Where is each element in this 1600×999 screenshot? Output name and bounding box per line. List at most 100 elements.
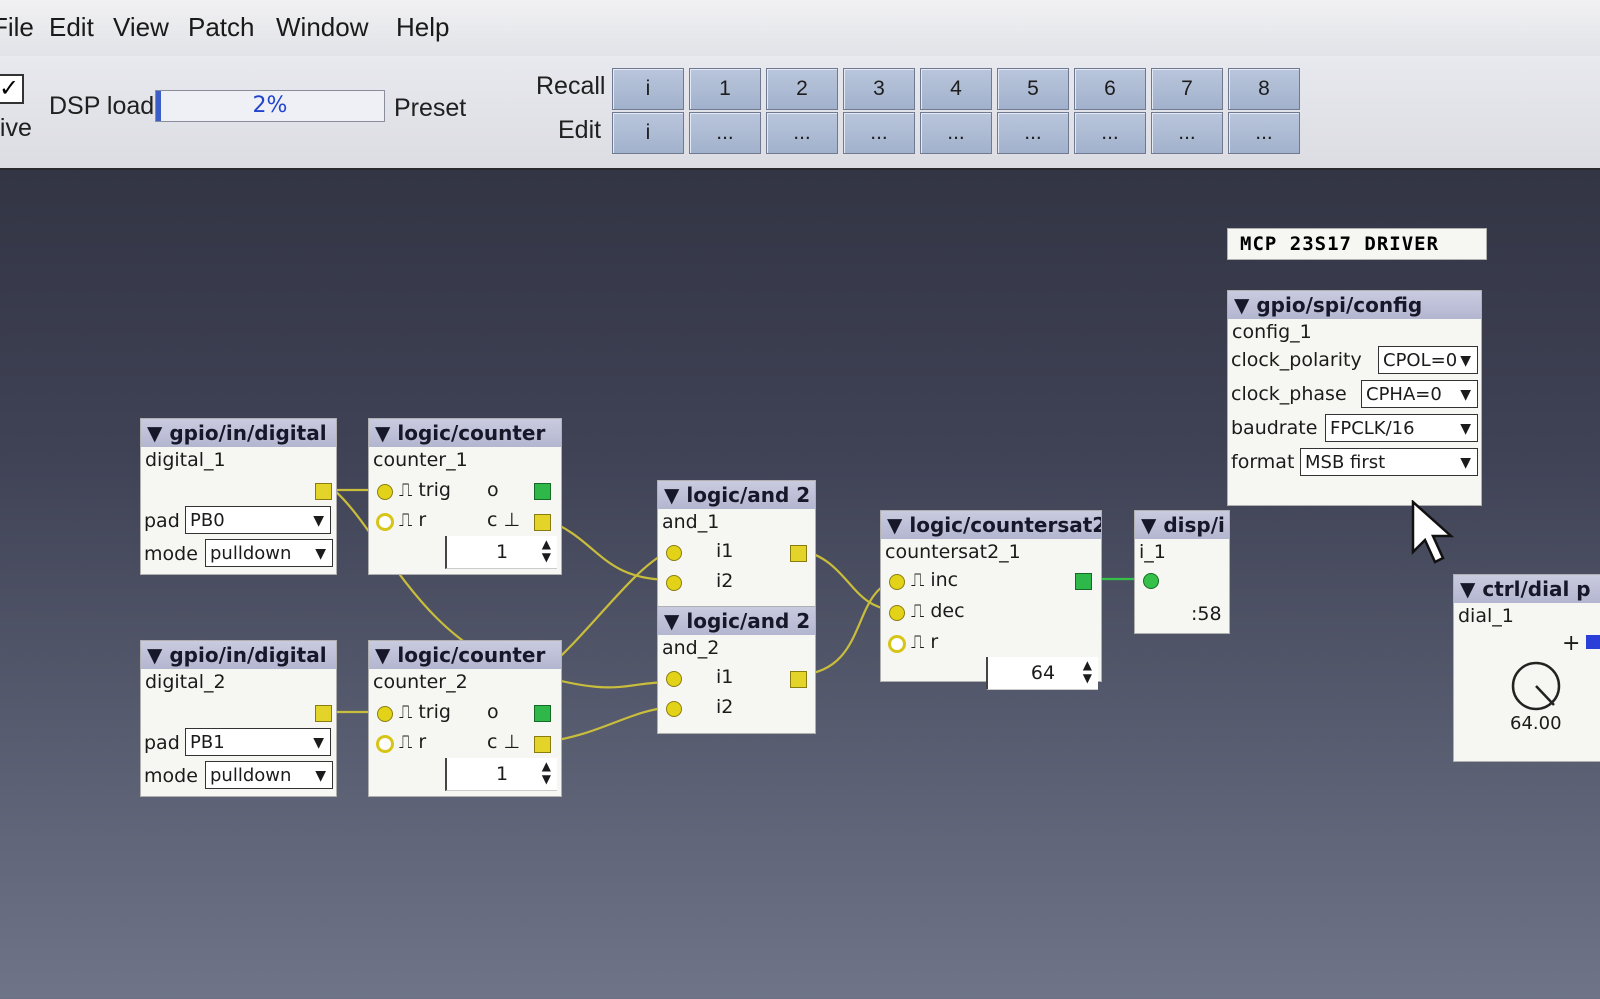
inlet-trig[interactable] bbox=[377, 706, 393, 722]
clock-polarity-select[interactable]: CPOL=0 ▼ bbox=[1378, 346, 1478, 374]
collapse-triangle-icon[interactable]: ▼ bbox=[664, 609, 679, 633]
collapse-triangle-icon[interactable]: ▼ bbox=[147, 421, 162, 445]
edit-button-5[interactable]: ... bbox=[997, 112, 1069, 154]
recall-button-6[interactable]: 6 bbox=[1074, 68, 1146, 110]
toolbar: ✓ Live DSP load 2% Preset Recall Edit i1… bbox=[0, 56, 1600, 170]
collapse-triangle-icon[interactable]: ▼ bbox=[887, 513, 902, 537]
menu-window[interactable]: Window bbox=[276, 12, 368, 43]
edit-button-1[interactable]: ... bbox=[689, 112, 761, 154]
object-type: gpio/spi/config bbox=[1256, 293, 1423, 317]
number-box[interactable]: 1 ▲ ▼ bbox=[445, 536, 557, 569]
inlet-trig-label: ⎍ trig bbox=[399, 479, 451, 501]
object-type: logic/and 2 bbox=[686, 609, 811, 633]
instance-name: config_1 bbox=[1232, 321, 1312, 343]
inlet-trig[interactable] bbox=[377, 484, 393, 500]
menu-patch[interactable]: Patch bbox=[188, 12, 255, 43]
spinner-icon[interactable]: ▲ ▼ bbox=[542, 538, 551, 564]
outlet-o[interactable] bbox=[534, 705, 551, 722]
pad-select[interactable]: PB0 ▼ bbox=[185, 506, 331, 534]
baudrate-select[interactable]: FPCLK/16 ▼ bbox=[1325, 414, 1478, 442]
recall-button-1[interactable]: 1 bbox=[689, 68, 761, 110]
recall-button-7[interactable]: 7 bbox=[1151, 68, 1223, 110]
outlet-digital1[interactable] bbox=[315, 483, 332, 500]
inlet-r[interactable] bbox=[376, 735, 394, 753]
dial-knob-icon[interactable] bbox=[1509, 659, 1563, 713]
object-digital-1[interactable]: ▼ gpio/in/digital digital_1 pad PB0 ▼ mod… bbox=[140, 418, 337, 575]
recall-button-2[interactable]: 2 bbox=[766, 68, 838, 110]
collapse-triangle-icon[interactable]: ▼ bbox=[1141, 513, 1156, 537]
instance-name: counter_2 bbox=[373, 671, 468, 693]
object-spi-config[interactable]: ▼ gpio/spi/config config_1 clock_polarit… bbox=[1227, 290, 1482, 506]
object-and-1[interactable]: ▼ logic/and 2 and_1 i1 i2 bbox=[657, 480, 816, 608]
outlet-digital2[interactable] bbox=[315, 705, 332, 722]
edit-button-info[interactable]: i bbox=[612, 112, 684, 154]
number-box[interactable]: 64 ▲ ▼ bbox=[986, 657, 1098, 690]
object-counter-2[interactable]: ▼ logic/counter counter_2 ⎍ trig o ⎍ r c… bbox=[368, 640, 562, 797]
outlet-dial[interactable] bbox=[1586, 635, 1600, 649]
live-checkbox[interactable]: ✓ bbox=[0, 74, 24, 104]
edit-button-4[interactable]: ... bbox=[920, 112, 992, 154]
recall-button-5[interactable]: 5 bbox=[997, 68, 1069, 110]
menu-help[interactable]: Help bbox=[396, 12, 449, 43]
spinner-icon[interactable]: ▲ ▼ bbox=[542, 760, 551, 786]
mode-select[interactable]: pulldown ▼ bbox=[205, 761, 333, 789]
collapse-triangle-icon[interactable]: ▼ bbox=[1234, 293, 1249, 317]
object-digital-2[interactable]: ▼ gpio/in/digital digital_2 pad PB1 ▼ mod… bbox=[140, 640, 337, 797]
edit-button-3[interactable]: ... bbox=[843, 112, 915, 154]
recall-button-3[interactable]: 3 bbox=[843, 68, 915, 110]
inlet-inc[interactable] bbox=[889, 574, 905, 590]
collapse-triangle-icon[interactable]: ▼ bbox=[664, 483, 679, 507]
inlet-r[interactable] bbox=[376, 513, 394, 531]
recall-button-4[interactable]: 4 bbox=[920, 68, 992, 110]
instance-name: countersat2_1 bbox=[885, 541, 1021, 563]
object-counter-1[interactable]: ▼ logic/counter counter_1 ⎍ trig o ⎍ r c… bbox=[368, 418, 562, 575]
object-type: gpio/in/digital bbox=[169, 421, 327, 445]
object-and-2[interactable]: ▼ logic/and 2 and_2 i1 i2 bbox=[657, 606, 816, 734]
patch-canvas[interactable]: MCP 23S17 DRIVER ▼ gpio/in/digital digit… bbox=[0, 170, 1600, 999]
outlet-and1[interactable] bbox=[790, 545, 807, 562]
pad-select[interactable]: PB1 ▼ bbox=[185, 728, 331, 756]
collapse-triangle-icon[interactable]: ▼ bbox=[375, 421, 390, 445]
recall-button-info[interactable]: i bbox=[612, 68, 684, 110]
inlet-display[interactable] bbox=[1143, 573, 1159, 589]
edit-button-7[interactable]: ... bbox=[1151, 112, 1223, 154]
inlet-i2[interactable] bbox=[666, 575, 682, 591]
outlet-value[interactable] bbox=[1075, 573, 1092, 590]
dial-value: 64.00 bbox=[1510, 713, 1562, 734]
edit-button-8[interactable]: ... bbox=[1228, 112, 1300, 154]
clock-phase-select[interactable]: CPHA=0 ▼ bbox=[1361, 380, 1478, 408]
inlet-inc-label: ⎍ inc bbox=[911, 569, 959, 591]
object-type: logic/counter bbox=[397, 421, 546, 445]
inlet-r[interactable] bbox=[888, 635, 906, 653]
comment-mcp-driver[interactable]: MCP 23S17 DRIVER bbox=[1227, 228, 1487, 260]
inlet-i1[interactable] bbox=[666, 545, 682, 561]
inlet-i1[interactable] bbox=[666, 671, 682, 687]
collapse-triangle-icon[interactable]: ▼ bbox=[375, 643, 390, 667]
instance-name: i_1 bbox=[1139, 541, 1166, 563]
mode-select[interactable]: pulldown ▼ bbox=[205, 539, 333, 567]
object-disp-i[interactable]: ▼ disp/i i_1 :58 bbox=[1134, 510, 1230, 634]
outlet-o[interactable] bbox=[534, 483, 551, 500]
format-select[interactable]: MSB first ▼ bbox=[1300, 448, 1478, 476]
inlet-dec[interactable] bbox=[889, 605, 905, 621]
menu-edit[interactable]: Edit bbox=[49, 12, 94, 43]
dsp-load-label: DSP load bbox=[49, 92, 155, 120]
number-box[interactable]: 1 ▲ ▼ bbox=[445, 758, 557, 791]
object-countersat2-1[interactable]: ▼ logic/countersat2 countersat2_1 ⎍ inc … bbox=[880, 510, 1102, 690]
edit-button-6[interactable]: ... bbox=[1074, 112, 1146, 154]
recall-button-8[interactable]: 8 bbox=[1228, 68, 1300, 110]
collapse-triangle-icon[interactable]: ▼ bbox=[1460, 577, 1475, 601]
display-value: :58 bbox=[1191, 603, 1222, 625]
object-dial[interactable]: ▼ ctrl/dial p dial_1 + 64.00 bbox=[1453, 574, 1600, 762]
inlet-i2[interactable] bbox=[666, 701, 682, 717]
edit-button-2[interactable]: ... bbox=[766, 112, 838, 154]
outlet-and2[interactable] bbox=[790, 671, 807, 688]
spinner-icon[interactable]: ▲ ▼ bbox=[1083, 659, 1092, 685]
outlet-c[interactable] bbox=[534, 736, 551, 753]
collapse-triangle-icon[interactable]: ▼ bbox=[147, 643, 162, 667]
outlet-c[interactable] bbox=[534, 514, 551, 531]
dsp-load-meter: 2% bbox=[155, 90, 385, 122]
baudrate-label: baudrate bbox=[1231, 417, 1318, 439]
menu-file[interactable]: File bbox=[0, 12, 34, 43]
menu-view[interactable]: View bbox=[113, 12, 169, 43]
